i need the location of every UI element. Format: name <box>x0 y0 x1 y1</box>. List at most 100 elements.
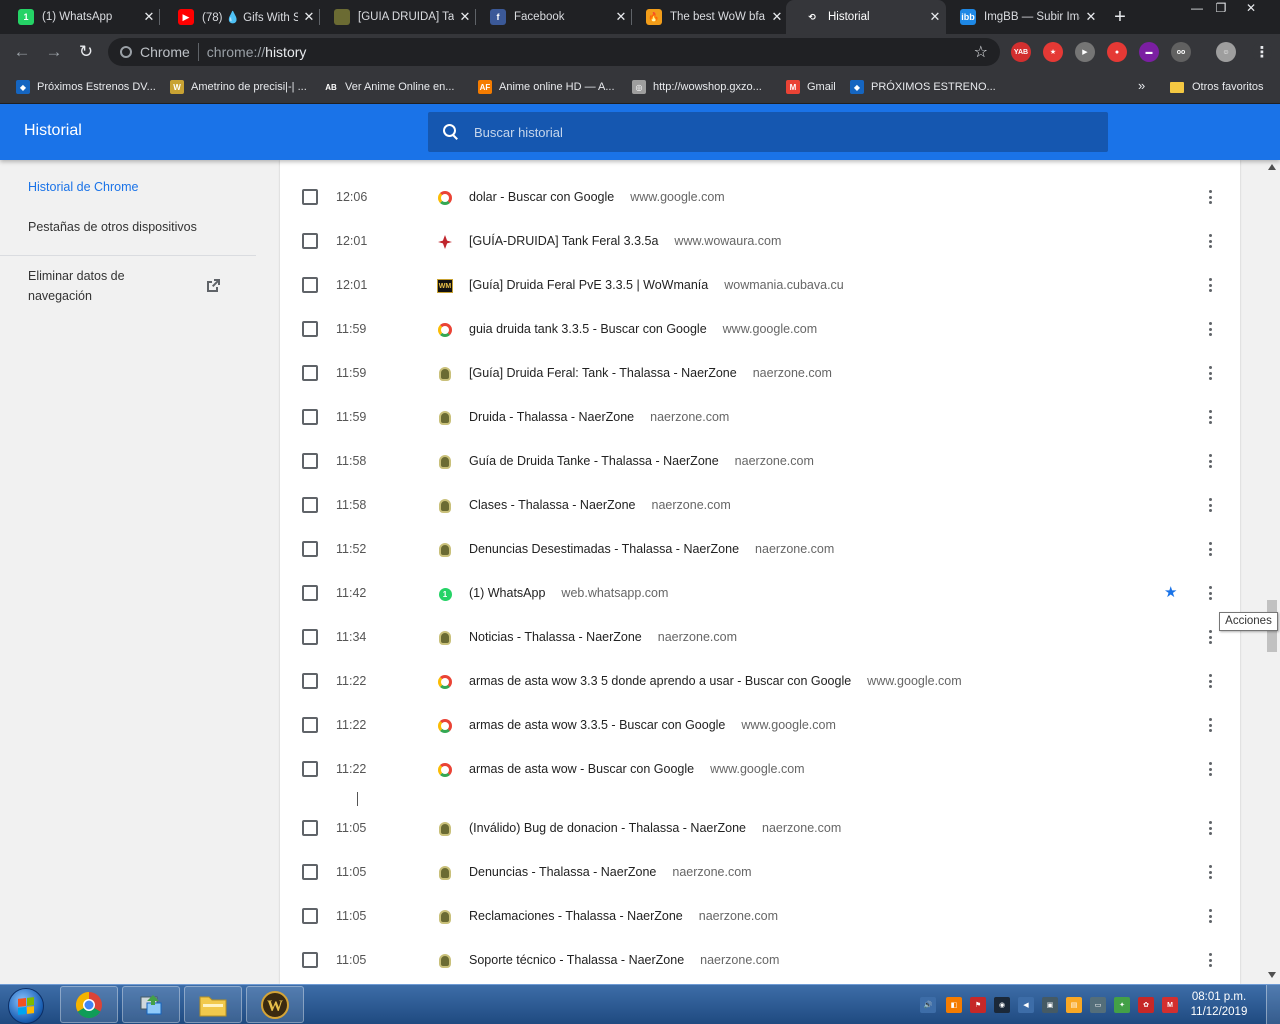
open-in-new-icon[interactable] <box>205 278 221 294</box>
row-more-actions-icon[interactable] <box>1206 820 1214 836</box>
vertical-scrollbar[interactable] <box>1264 160 1280 984</box>
bookmark-item[interactable]: M Gmail <box>786 78 836 96</box>
system-clock[interactable]: 08:01 p.m. 11/12/2019 <box>1186 990 1252 1020</box>
row-title-link[interactable]: Guía de Druida Tanke - Thalassa - NaerZo… <box>469 454 814 468</box>
star-extension-icon[interactable]: ★ <box>1043 42 1063 62</box>
history-row[interactable]: 12:01 [GUÍA-DRUIDA] Tank Feral 3.3.5a www.… <box>280 219 1240 263</box>
vr-extension-icon[interactable]: oo <box>1171 42 1191 62</box>
forward-arrow-icon[interactable]: → <box>41 39 67 65</box>
row-more-actions-icon[interactable] <box>1206 673 1214 689</box>
row-more-actions-icon[interactable] <box>1206 497 1214 513</box>
row-more-actions-icon[interactable] <box>1206 321 1214 337</box>
row-checkbox[interactable] <box>302 365 318 381</box>
row-checkbox[interactable] <box>302 409 318 425</box>
tab-3[interactable]: f Facebook ✕ <box>472 0 632 34</box>
history-row[interactable]: 11:05 (Inválido) Bug de donacion - Thalas… <box>280 806 1240 850</box>
colorful-tray-icon[interactable]: ✦ <box>1114 997 1130 1013</box>
flag-extension-icon[interactable]: ▬ <box>1139 42 1159 62</box>
bookmark-item[interactable]: ◆ Próximos Estrenos DV... <box>16 78 156 96</box>
row-more-actions-icon[interactable] <box>1206 717 1214 733</box>
history-row[interactable]: 11:59 Druida - Thalassa - NaerZone naerzon… <box>280 395 1240 439</box>
tab-4[interactable]: 🔥 The best WoW bfa ✕ <box>628 0 788 34</box>
tab-2[interactable]: [GUÍA DRUIDA] Tank✕ <box>316 0 476 34</box>
back-arrow-icon[interactable]: ← <box>9 39 35 65</box>
tab-5[interactable]: ⟲ Historial ✕ <box>786 0 946 34</box>
profile-avatar-icon[interactable]: ☺ <box>1216 42 1236 62</box>
wow-taskbar-icon[interactable]: W <box>246 986 304 1023</box>
orange-app-tray-icon[interactable]: ◧ <box>946 997 962 1013</box>
tab-0[interactable]: 1 (1) WhatsApp ✕ <box>0 0 160 34</box>
row-more-actions-icon[interactable] <box>1206 864 1214 880</box>
row-title-link[interactable]: dolar - Buscar con Google www.google.com <box>469 190 725 204</box>
scroll-down-arrow-icon[interactable] <box>1268 972 1276 978</box>
row-checkbox[interactable] <box>302 189 318 205</box>
row-checkbox[interactable] <box>302 761 318 777</box>
new-tab-plus-icon[interactable]: + <box>1108 4 1132 30</box>
bookmark-item[interactable]: AB Ver Anime Online en... <box>324 78 454 96</box>
row-more-actions-icon[interactable] <box>1206 365 1214 381</box>
row-checkbox[interactable] <box>302 453 318 469</box>
network-tray-icon[interactable]: ▣ <box>1042 997 1058 1013</box>
bookmark-item[interactable]: ◎ http://wowshop.gxzo... <box>632 78 762 96</box>
monitor-tray-icon[interactable]: ▭ <box>1090 997 1106 1013</box>
row-checkbox[interactable] <box>302 820 318 836</box>
row-title-link[interactable]: Denuncias - Thalassa - NaerZone naerzone.… <box>469 865 752 879</box>
tab-close-icon[interactable]: ✕ <box>138 9 160 25</box>
row-title-link[interactable]: Clases - Thalassa - NaerZone naerzone.com <box>469 498 731 512</box>
bookmark-item[interactable]: ◆ PRÓXIMOS ESTRENO... <box>850 78 996 96</box>
history-row[interactable]: 11:05 Soporte técnico - Thalassa - NaerZo… <box>280 938 1240 982</box>
history-row[interactable]: 11:58 Clases - Thalassa - NaerZone naerzon… <box>280 483 1240 527</box>
row-checkbox[interactable] <box>302 717 318 733</box>
history-row[interactable]: 11:59 guia druida tank 3.3.5 - Buscar con… <box>280 307 1240 351</box>
row-checkbox[interactable] <box>302 673 318 689</box>
bookmark-item[interactable]: W Ametrino de precisi|-| ... <box>170 78 307 96</box>
row-title-link[interactable]: [GUÍA-DRUIDA] Tank Feral 3.3.5a www.wowau… <box>469 234 781 248</box>
mega-tray-icon[interactable]: M <box>1162 997 1178 1013</box>
bookmark-star-icon[interactable]: ☆ <box>974 42 988 62</box>
history-row[interactable]: 12:06 dolar - Buscar con Google www.google… <box>280 175 1240 219</box>
row-title-link[interactable]: Noticias - Thalassa - NaerZone naerzone.c… <box>469 630 737 644</box>
volume-tray-icon[interactable]: 🔊 <box>920 997 936 1013</box>
row-checkbox[interactable] <box>302 864 318 880</box>
row-title-link[interactable]: armas de asta wow - Buscar con Google www… <box>469 762 805 776</box>
row-more-actions-icon[interactable] <box>1206 585 1214 601</box>
row-more-actions-icon[interactable] <box>1206 277 1214 293</box>
flag-tray-icon[interactable]: ⚑ <box>970 997 986 1013</box>
row-title-link[interactable]: armas de asta wow 3.3 5 donde aprendo a … <box>469 674 962 688</box>
row-more-actions-icon[interactable] <box>1206 453 1214 469</box>
address-bar[interactable]: Chrome chrome://history ☆ <box>108 38 1000 66</box>
row-checkbox[interactable] <box>302 952 318 968</box>
chrome-taskbar-icon[interactable] <box>60 986 118 1023</box>
row-title-link[interactable]: armas de asta wow 3.3.5 - Buscar con Goo… <box>469 718 836 732</box>
row-more-actions-icon[interactable] <box>1206 233 1214 249</box>
row-checkbox[interactable] <box>302 908 318 924</box>
row-more-actions-icon[interactable] <box>1206 761 1214 777</box>
player-extension-icon[interactable]: ▶ <box>1075 42 1095 62</box>
history-row[interactable]: 11:58 Guía de Druida Tanke - Thalassa - N… <box>280 439 1240 483</box>
row-title-link[interactable]: guia druida tank 3.3.5 - Buscar con Goog… <box>469 322 817 336</box>
window-restore-icon[interactable]: ❐ <box>1206 0 1236 18</box>
reload-icon[interactable]: ↻ <box>73 39 99 65</box>
history-row[interactable]: 11:59 [Guía] Druida Feral: Tank - Thalass… <box>280 351 1240 395</box>
row-more-actions-icon[interactable] <box>1206 409 1214 425</box>
row-title-link[interactable]: Reclamaciones - Thalassa - NaerZone naerz… <box>469 909 778 923</box>
speaker-tray-icon[interactable]: ◀ <box>1018 997 1034 1013</box>
row-more-actions-icon[interactable] <box>1206 952 1214 968</box>
yab-extension-icon[interactable]: YAB <box>1011 42 1031 62</box>
row-more-actions-icon[interactable] <box>1206 541 1214 557</box>
file-explorer-taskbar-icon[interactable] <box>184 986 242 1023</box>
history-row[interactable]: 11:22 armas de asta wow - Buscar con Goog… <box>280 747 1240 791</box>
history-row[interactable]: 11:05 Reclamaciones - Thalassa - NaerZone… <box>280 894 1240 938</box>
sidebar-item-clear-data[interactable]: Eliminar datos de navegación <box>28 266 178 306</box>
search-box[interactable] <box>428 112 1108 152</box>
row-checkbox[interactable] <box>302 541 318 557</box>
history-row[interactable]: 11:22 armas de asta wow 3.3.5 - Buscar co… <box>280 703 1240 747</box>
start-button[interactable] <box>4 986 48 1024</box>
bookmark-item[interactable]: AF Anime online HD — A... <box>478 78 615 96</box>
circle-extension-icon[interactable]: ● <box>1107 42 1127 62</box>
tab-1[interactable]: ▶(78) 💧 Gifs With Sound✕ <box>160 0 320 34</box>
tab-6[interactable]: ibb ImgBB — Subir Imágenes✕ <box>942 0 1102 34</box>
menu-icon[interactable]: ⋮ <box>1252 42 1272 62</box>
other-bookmarks-folder[interactable]: Otros favoritos <box>1170 78 1264 96</box>
network-tool-taskbar-icon[interactable] <box>122 986 180 1023</box>
